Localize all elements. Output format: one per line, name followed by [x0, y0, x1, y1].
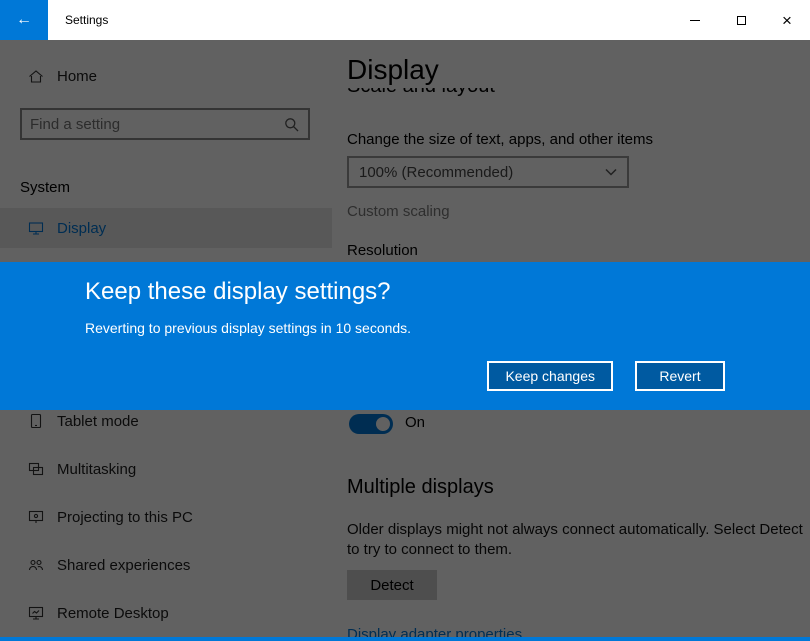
accent-bottom-strip	[0, 637, 810, 641]
maximize-icon	[737, 16, 746, 25]
window-controls: ×	[672, 0, 810, 40]
minimize-icon	[690, 20, 700, 21]
close-button[interactable]: ×	[764, 0, 810, 40]
dialog-title: Keep these display settings?	[85, 278, 391, 306]
dialog-subtitle: Reverting to previous display settings i…	[85, 320, 411, 336]
back-button[interactable]: ←	[0, 0, 48, 40]
maximize-button[interactable]	[718, 0, 764, 40]
window-title: Settings	[65, 13, 108, 27]
revert-button[interactable]: Revert	[635, 361, 725, 391]
close-icon: ×	[782, 12, 792, 29]
settings-window: ← Settings × Home System Display	[0, 0, 810, 641]
back-arrow-icon: ←	[16, 11, 32, 29]
titlebar: ← Settings ×	[0, 0, 810, 40]
dialog-buttons: Keep changes Revert	[487, 361, 725, 391]
minimize-button[interactable]	[672, 0, 718, 40]
keep-changes-button[interactable]: Keep changes	[487, 361, 613, 391]
keep-display-settings-dialog: Keep these display settings? Reverting t…	[0, 262, 810, 410]
